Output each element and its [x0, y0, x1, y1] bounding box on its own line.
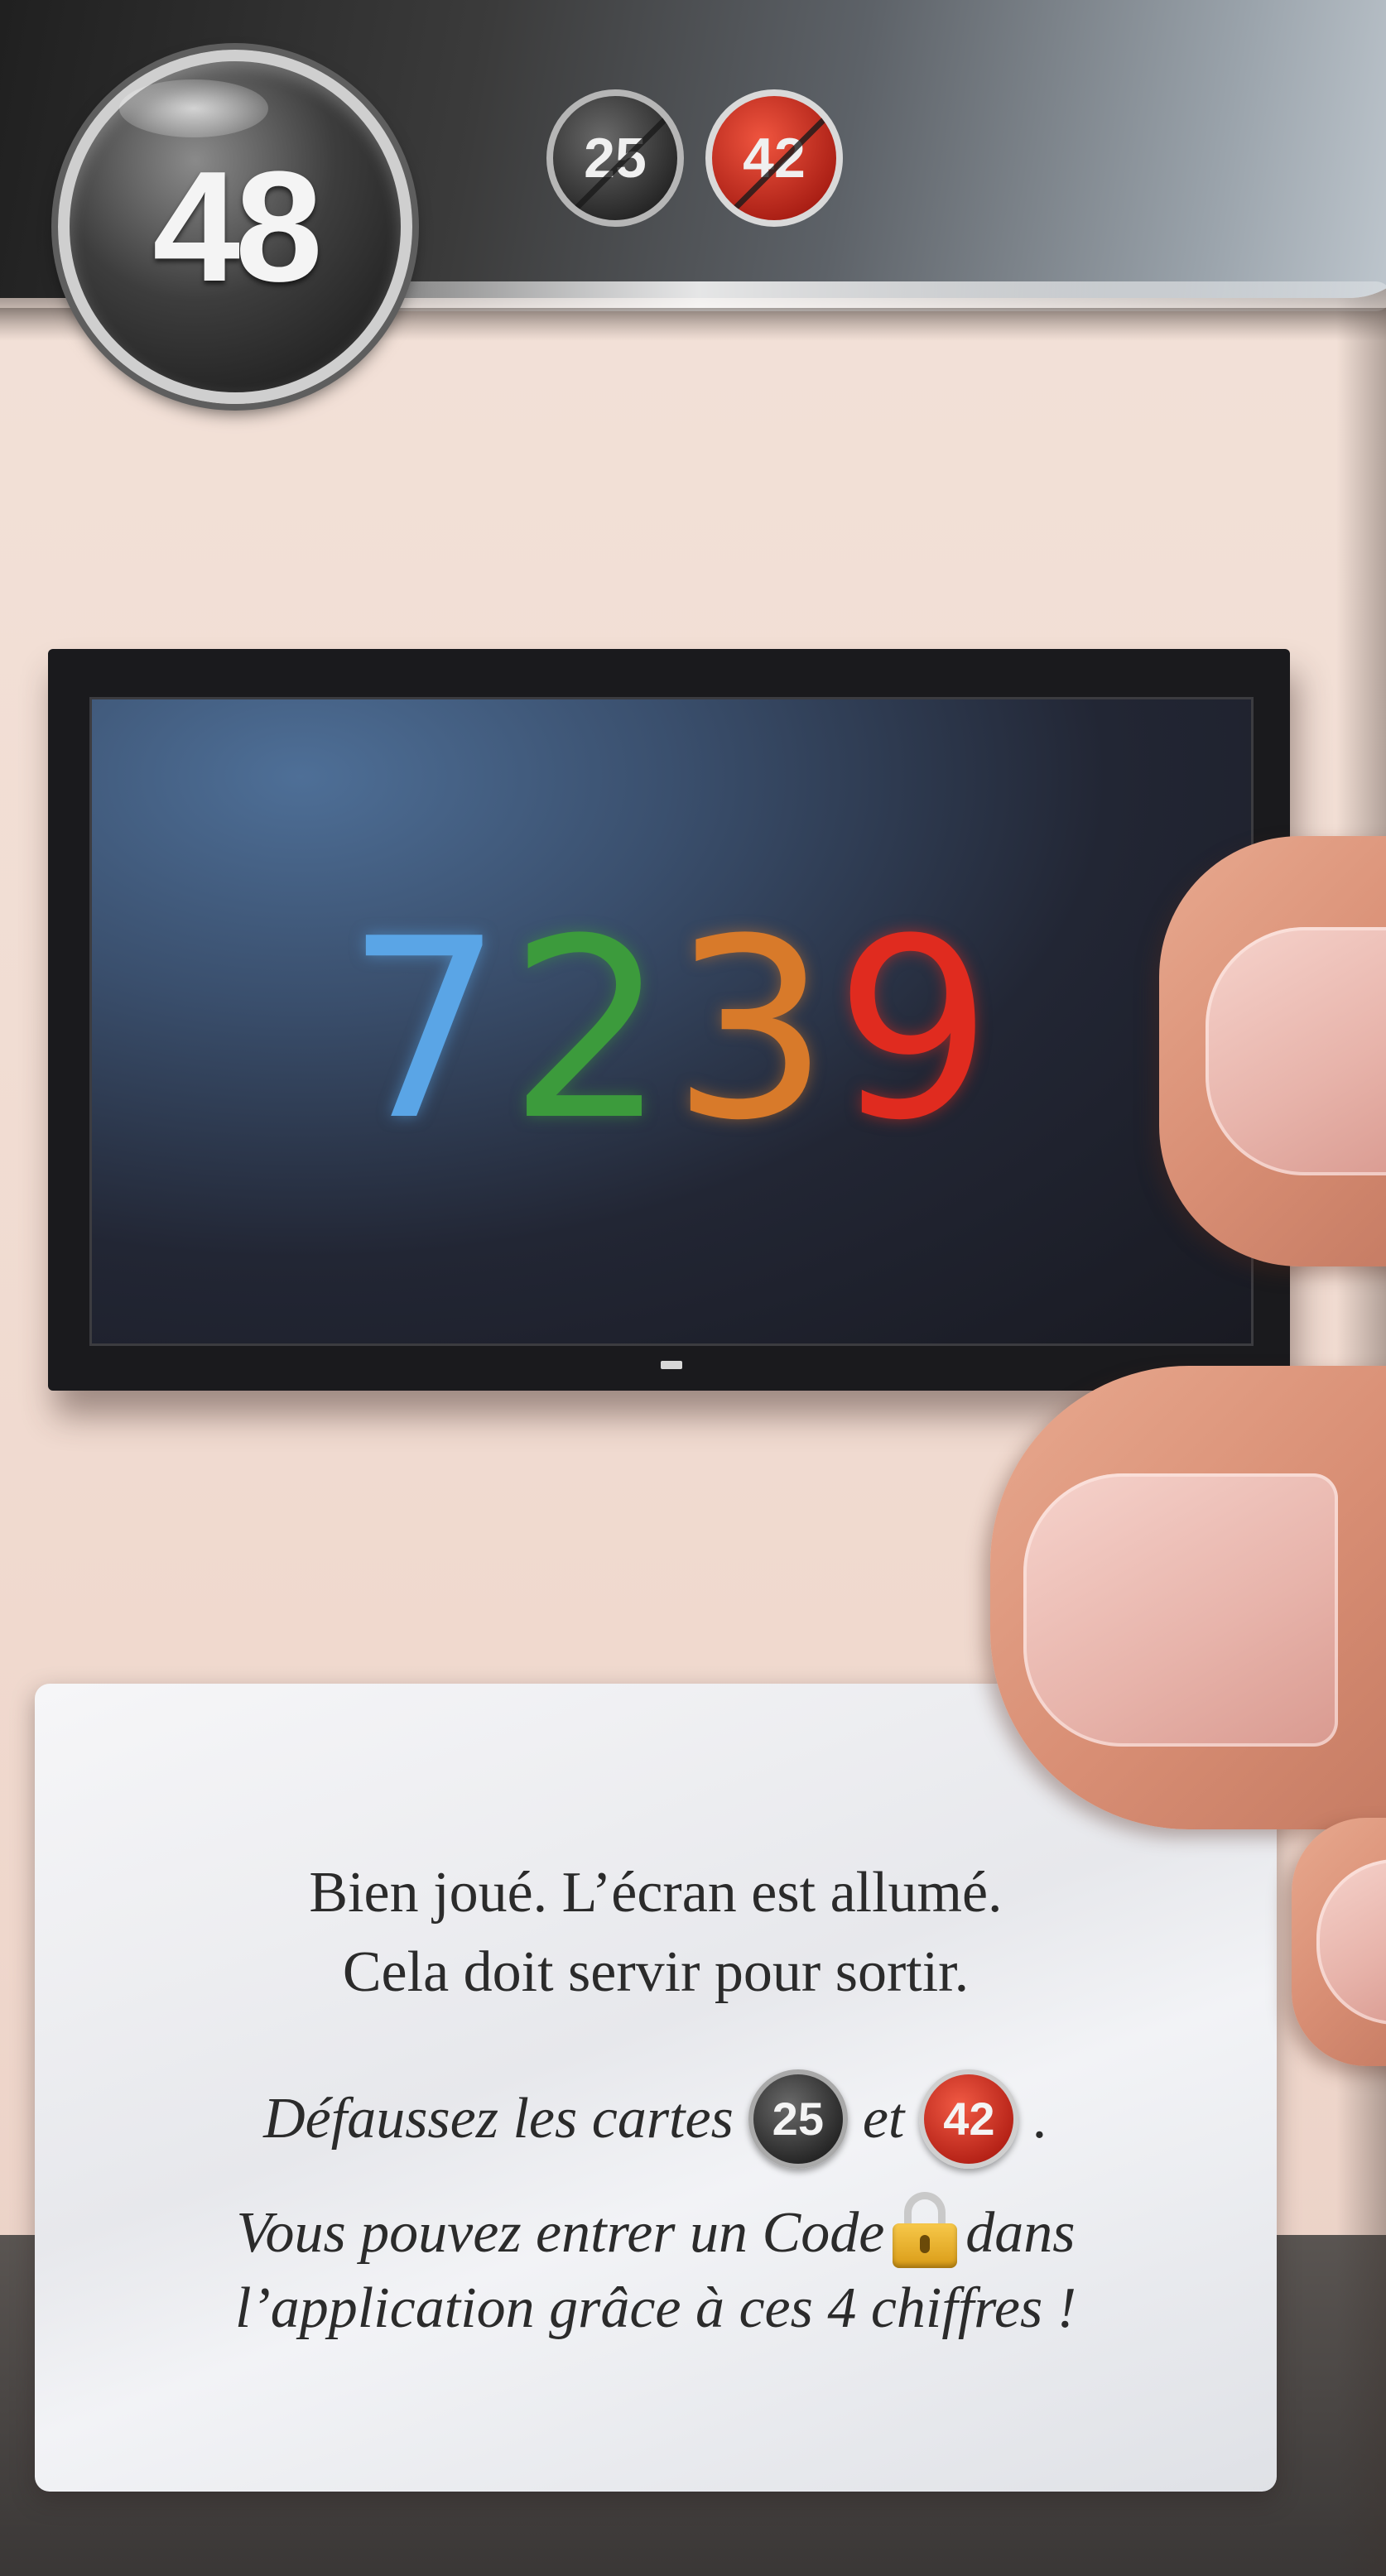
- code-text: Vous pouvez entrer un Code: [236, 2201, 885, 2266]
- padlock-icon: [893, 2192, 958, 2268]
- discard-badge-42: 42: [705, 89, 843, 227]
- code-digit-green: 2: [508, 886, 671, 1175]
- panel-line-3: Défaussez les cartes 25 et 42.: [35, 2069, 1277, 2174]
- tv-logo: [661, 1361, 682, 1369]
- code-digit-red: 9: [834, 886, 998, 1175]
- discard-badge-42-label: 42: [743, 127, 806, 190]
- finger-low: [1292, 1818, 1386, 2066]
- dans-text: dans: [965, 2201, 1076, 2266]
- discard-badge-25: 25: [546, 89, 684, 227]
- text-panel: Bien joué. L’écran est allumé. Cela doit…: [35, 1684, 1277, 2492]
- panel-line-5: l’application grâce à ces 4 chiffres !: [234, 2276, 1077, 2340]
- finger-top: [1159, 836, 1386, 1266]
- code-digit-orange: 3: [671, 886, 835, 1175]
- tv-set: 7239: [48, 649, 1290, 1391]
- code-digit-blue: 7: [345, 886, 509, 1175]
- badge-gleam: [119, 79, 268, 137]
- period-text: .: [1033, 2087, 1048, 2151]
- card-number: 48: [152, 139, 322, 315]
- thumb: [990, 1366, 1386, 1829]
- discard-badge-25-label: 25: [584, 127, 647, 190]
- inline-badge-42: 42: [919, 2069, 1019, 2169]
- card-edge-shadow: [1336, 0, 1386, 2576]
- inline-badge-25: 25: [748, 2069, 848, 2169]
- card-number-badge: 48: [58, 50, 412, 404]
- padlock-keyhole: [920, 2235, 931, 2253]
- tv-code: 7239: [92, 906, 1251, 1155]
- discard-text: Défaussez les cartes: [263, 2087, 734, 2151]
- fingernail: [1206, 927, 1386, 1175]
- panel-line-4: Vous pouvez entrer un Code dans: [35, 2192, 1277, 2276]
- panel-line-1: Bien joué. L’écran est allumé.: [309, 1861, 1003, 1925]
- tv-screen: 7239: [89, 697, 1254, 1346]
- conjunction-text: et: [862, 2087, 905, 2151]
- panel-line-2: Cela doit servir pour sortir.: [342, 1940, 970, 2004]
- photo-scene: 48 25 42 7239 Bien joué. L’écran est all…: [0, 0, 1386, 2576]
- thumbnail: [1023, 1473, 1338, 1747]
- fingernail: [1316, 1859, 1386, 2025]
